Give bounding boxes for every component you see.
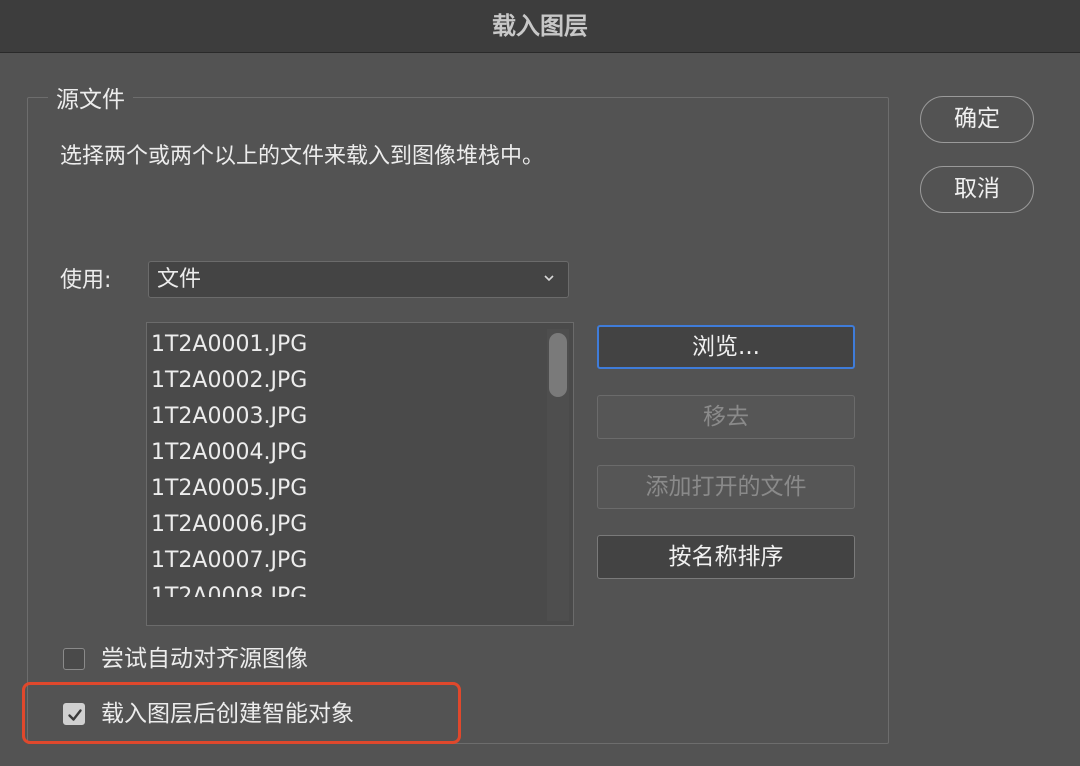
auto-align-label[interactable]: 尝试自动对齐源图像 — [101, 643, 308, 675]
chevron-down-icon — [544, 275, 554, 282]
load-layers-dialog: 载入图层 源文件 选择两个或两个以上的文件来载入到图像堆栈中。 使用: 文件 1… — [0, 0, 1080, 766]
file-list-item[interactable]: 1T2A0003.JPG — [151, 399, 543, 435]
use-select[interactable]: 文件 — [148, 261, 569, 298]
file-list-items: 1T2A0001.JPG 1T2A0002.JPG 1T2A0003.JPG 1T2A… — [151, 327, 543, 597]
file-list[interactable]: 1T2A0001.JPG 1T2A0002.JPG 1T2A0003.JPG 1T2A… — [146, 322, 574, 626]
dialog-title: 载入图层 — [492, 12, 588, 40]
file-list-item[interactable]: 1T2A0001.JPG — [151, 327, 543, 363]
file-list-item[interactable]: 1T2A0007.JPG — [151, 543, 543, 579]
cancel-button[interactable]: 取消 — [920, 166, 1034, 213]
instruction-text: 选择两个或两个以上的文件来载入到图像堆栈中。 — [60, 144, 545, 169]
add-open-files-button[interactable]: 添加打开的文件 — [597, 465, 855, 509]
use-label: 使用: — [60, 268, 112, 293]
remove-button[interactable]: 移去 — [597, 395, 855, 439]
file-list-scrollbar-thumb[interactable] — [549, 333, 567, 397]
browse-button[interactable]: 浏览... — [597, 325, 855, 369]
title-bar: 载入图层 — [0, 0, 1080, 53]
file-list-item[interactable]: 1T2A0008.JPG — [151, 579, 543, 597]
source-files-legend: 源文件 — [48, 84, 133, 116]
auto-align-checkbox[interactable] — [63, 648, 85, 670]
file-list-item[interactable]: 1T2A0002.JPG — [151, 363, 543, 399]
file-list-item[interactable]: 1T2A0006.JPG — [151, 507, 543, 543]
file-list-item[interactable]: 1T2A0005.JPG — [151, 471, 543, 507]
use-select-value: 文件 — [157, 267, 202, 292]
sort-by-name-button[interactable]: 按名称排序 — [597, 535, 855, 579]
file-list-item[interactable]: 1T2A0004.JPG — [151, 435, 543, 471]
annotation-highlight-box — [22, 682, 461, 744]
ok-button[interactable]: 确定 — [920, 96, 1034, 143]
